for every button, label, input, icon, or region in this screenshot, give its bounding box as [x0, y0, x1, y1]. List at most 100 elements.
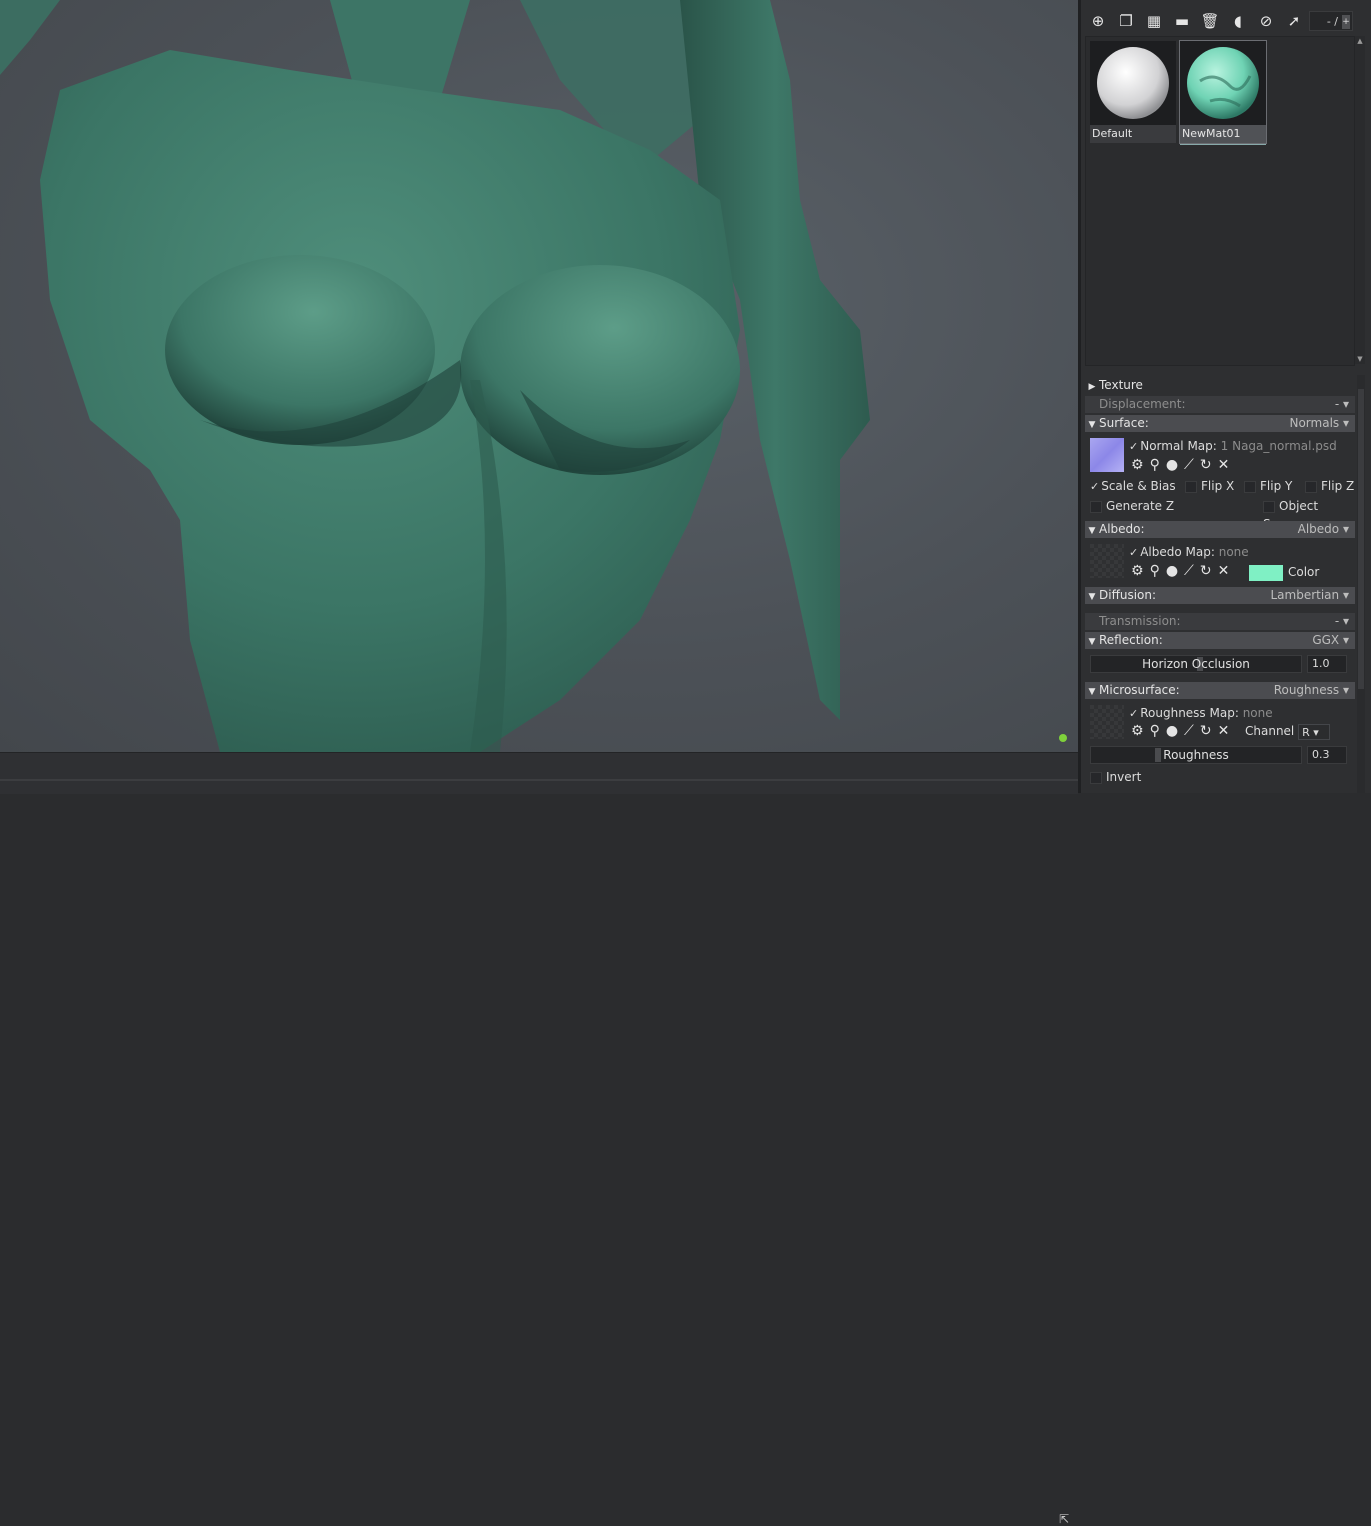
- paint-brush-icon[interactable]: ⟋: [1184, 457, 1194, 473]
- flip-x-toggle[interactable]: Flip X: [1185, 477, 1234, 495]
- section-label: Microsurface:: [1099, 683, 1180, 697]
- albedo-color-label: Color: [1288, 565, 1320, 579]
- channel-row: Channel R ▾: [1245, 722, 1355, 740]
- magnify-icon[interactable]: ⚲: [1150, 723, 1160, 739]
- properties-scrollbar[interactable]: [1357, 375, 1365, 793]
- clear-x-icon[interactable]: ✕: [1218, 723, 1230, 739]
- scroll-down-icon[interactable]: ▼: [1356, 354, 1364, 364]
- material-thumb-default[interactable]: Default: [1090, 41, 1176, 143]
- section-label: Transmission:: [1099, 614, 1181, 628]
- albedo-map-thumbnail[interactable]: [1090, 544, 1124, 578]
- generate-z-toggle[interactable]: Generate Z: [1090, 497, 1174, 515]
- checkbox: [1090, 771, 1102, 784]
- horizon-occlusion-slider[interactable]: Horizon Occlusion: [1090, 655, 1302, 673]
- status-indicator: [1059, 734, 1067, 742]
- albedo-map-actions: ⚙ ⚲ ● ⟋ ↻ ✕: [1131, 563, 1229, 579]
- normal-map-checkbox[interactable]: ✓: [1129, 438, 1138, 456]
- roughness-map-thumbnail[interactable]: [1090, 705, 1124, 739]
- reload-icon[interactable]: ↻: [1200, 563, 1212, 579]
- section-displacement[interactable]: Displacement: - ▾: [1085, 396, 1355, 413]
- slider-label: Roughness: [1163, 748, 1229, 762]
- slider-knob[interactable]: [1155, 748, 1161, 762]
- library-scrollbar[interactable]: ▲ ▼: [1355, 36, 1365, 364]
- reload-icon[interactable]: ↻: [1200, 723, 1212, 739]
- select-object-icon[interactable]: ◖: [1227, 10, 1249, 32]
- add-material-icon[interactable]: ⊕: [1087, 10, 1109, 32]
- section-reflection[interactable]: ▼ Reflection: GGX ▾: [1085, 632, 1355, 649]
- checkbox: [1244, 480, 1256, 493]
- roughness-map-file: none: [1242, 706, 1273, 720]
- roughness-map-checkbox[interactable]: ✓: [1129, 705, 1138, 723]
- 3d-viewport[interactable]: [0, 0, 1078, 752]
- trash-icon[interactable]: 🗑: [1199, 10, 1221, 32]
- paint-brush-icon[interactable]: ⟋: [1184, 563, 1194, 579]
- scale-flip-row: ✓ Scale & Bias Flip X Flip Y Flip Z: [1085, 477, 1355, 495]
- checkbox: [1185, 480, 1197, 493]
- materials-toolbar: ⊕ ❐ ▦ ▬ 🗑 ◖ ⊘ ➚: [1087, 10, 1311, 32]
- roughness-value[interactable]: 0.3: [1307, 746, 1347, 764]
- paint-brush-icon[interactable]: ⟋: [1184, 723, 1194, 739]
- section-diffusion[interactable]: ▼ Diffusion: Lambertian ▾: [1085, 587, 1355, 604]
- popout-icon[interactable]: ⇱: [1059, 1513, 1071, 1525]
- apply-icon[interactable]: ⊘: [1255, 10, 1277, 32]
- scrollbar-thumb[interactable]: [1358, 389, 1364, 689]
- section-surface[interactable]: ▼ Surface: Normals ▾: [1085, 415, 1355, 432]
- microsurface-dropdown[interactable]: Roughness ▾: [1274, 682, 1349, 699]
- diffusion-dropdown[interactable]: Lambertian ▾: [1270, 587, 1349, 604]
- surface-dropdown[interactable]: Normals ▾: [1289, 415, 1349, 432]
- channel-select[interactable]: R ▾: [1298, 723, 1331, 740]
- clear-x-icon[interactable]: ✕: [1218, 457, 1230, 473]
- section-microsurface[interactable]: ▼ Microsurface: Roughness ▾: [1085, 682, 1355, 699]
- section-transmission[interactable]: Transmission: - ▾: [1085, 613, 1355, 630]
- material-counter[interactable]: - / +: [1309, 11, 1353, 31]
- sculpt-model: [0, 0, 870, 752]
- magnify-icon[interactable]: ⚲: [1150, 457, 1160, 473]
- material-thumb-newmat01[interactable]: NewMat01: [1179, 40, 1267, 145]
- dropdown-value: -: [1334, 614, 1340, 628]
- slider-label: Horizon Occlusion: [1142, 657, 1250, 671]
- albedo-dropdown[interactable]: Albedo ▾: [1298, 521, 1349, 538]
- transmission-dropdown[interactable]: - ▾: [1335, 613, 1349, 630]
- displacement-dropdown[interactable]: - ▾: [1335, 396, 1349, 413]
- export-icon[interactable]: ➚: [1283, 10, 1305, 32]
- settings-gear-icon[interactable]: ⚙: [1131, 457, 1144, 473]
- flip-y-toggle[interactable]: Flip Y: [1244, 477, 1292, 495]
- timeline-divider: [0, 779, 1078, 781]
- counter-plus-button[interactable]: +: [1342, 15, 1350, 29]
- reload-icon[interactable]: ↻: [1200, 457, 1212, 473]
- material-name: Default: [1090, 125, 1176, 143]
- materials-panel: ⊕ ❐ ▦ ▬ 🗑 ◖ ⊘ ➚ - / + Default NewMat01 ▲…: [1078, 0, 1371, 793]
- reflection-dropdown[interactable]: GGX ▾: [1312, 632, 1349, 649]
- dropdown-value: Roughness: [1273, 683, 1340, 697]
- invert-toggle[interactable]: Invert: [1090, 768, 1141, 786]
- albedo-color-swatch[interactable]: [1249, 564, 1283, 581]
- pick-icon[interactable]: ●: [1166, 563, 1178, 579]
- roughness-slider[interactable]: Roughness: [1090, 746, 1302, 764]
- pick-icon[interactable]: ●: [1166, 723, 1178, 739]
- dropdown-value: Normals: [1289, 416, 1340, 430]
- section-label: Displacement:: [1099, 397, 1186, 411]
- flip-z-toggle[interactable]: Flip Z: [1305, 477, 1354, 495]
- normal-map-thumbnail[interactable]: [1090, 438, 1124, 472]
- duplicate-icon[interactable]: ❐: [1115, 10, 1137, 32]
- horizon-occlusion-value[interactable]: 1.0: [1307, 655, 1347, 673]
- clear-x-icon[interactable]: ✕: [1218, 563, 1230, 579]
- collapse-arrow-icon: ▼: [1088, 592, 1096, 602]
- timeline-bar: ⇱: [0, 752, 1078, 1525]
- albedo-map-label: Albedo Map:: [1140, 545, 1215, 559]
- settings-gear-icon[interactable]: ⚙: [1131, 563, 1144, 579]
- section-label: Surface:: [1099, 416, 1149, 430]
- normal-map-file: 1 Naga_normal.psd: [1220, 439, 1337, 453]
- magnify-icon[interactable]: ⚲: [1150, 563, 1160, 579]
- flip-y-label: Flip Y: [1260, 479, 1293, 493]
- pick-icon[interactable]: ●: [1166, 457, 1178, 473]
- scale-bias-toggle[interactable]: ✓ Scale & Bias: [1090, 477, 1176, 496]
- collapse-arrow-icon: ▼: [1088, 687, 1096, 697]
- section-albedo[interactable]: ▼ Albedo: Albedo ▾: [1085, 521, 1355, 538]
- folder-icon[interactable]: ▬: [1171, 10, 1193, 32]
- checker-icon[interactable]: ▦: [1143, 10, 1165, 32]
- section-texture[interactable]: ▶ Texture: [1085, 377, 1355, 394]
- settings-gear-icon[interactable]: ⚙: [1131, 723, 1144, 739]
- albedo-map-checkbox[interactable]: ✓: [1129, 544, 1138, 562]
- scroll-up-icon[interactable]: ▲: [1356, 36, 1364, 46]
